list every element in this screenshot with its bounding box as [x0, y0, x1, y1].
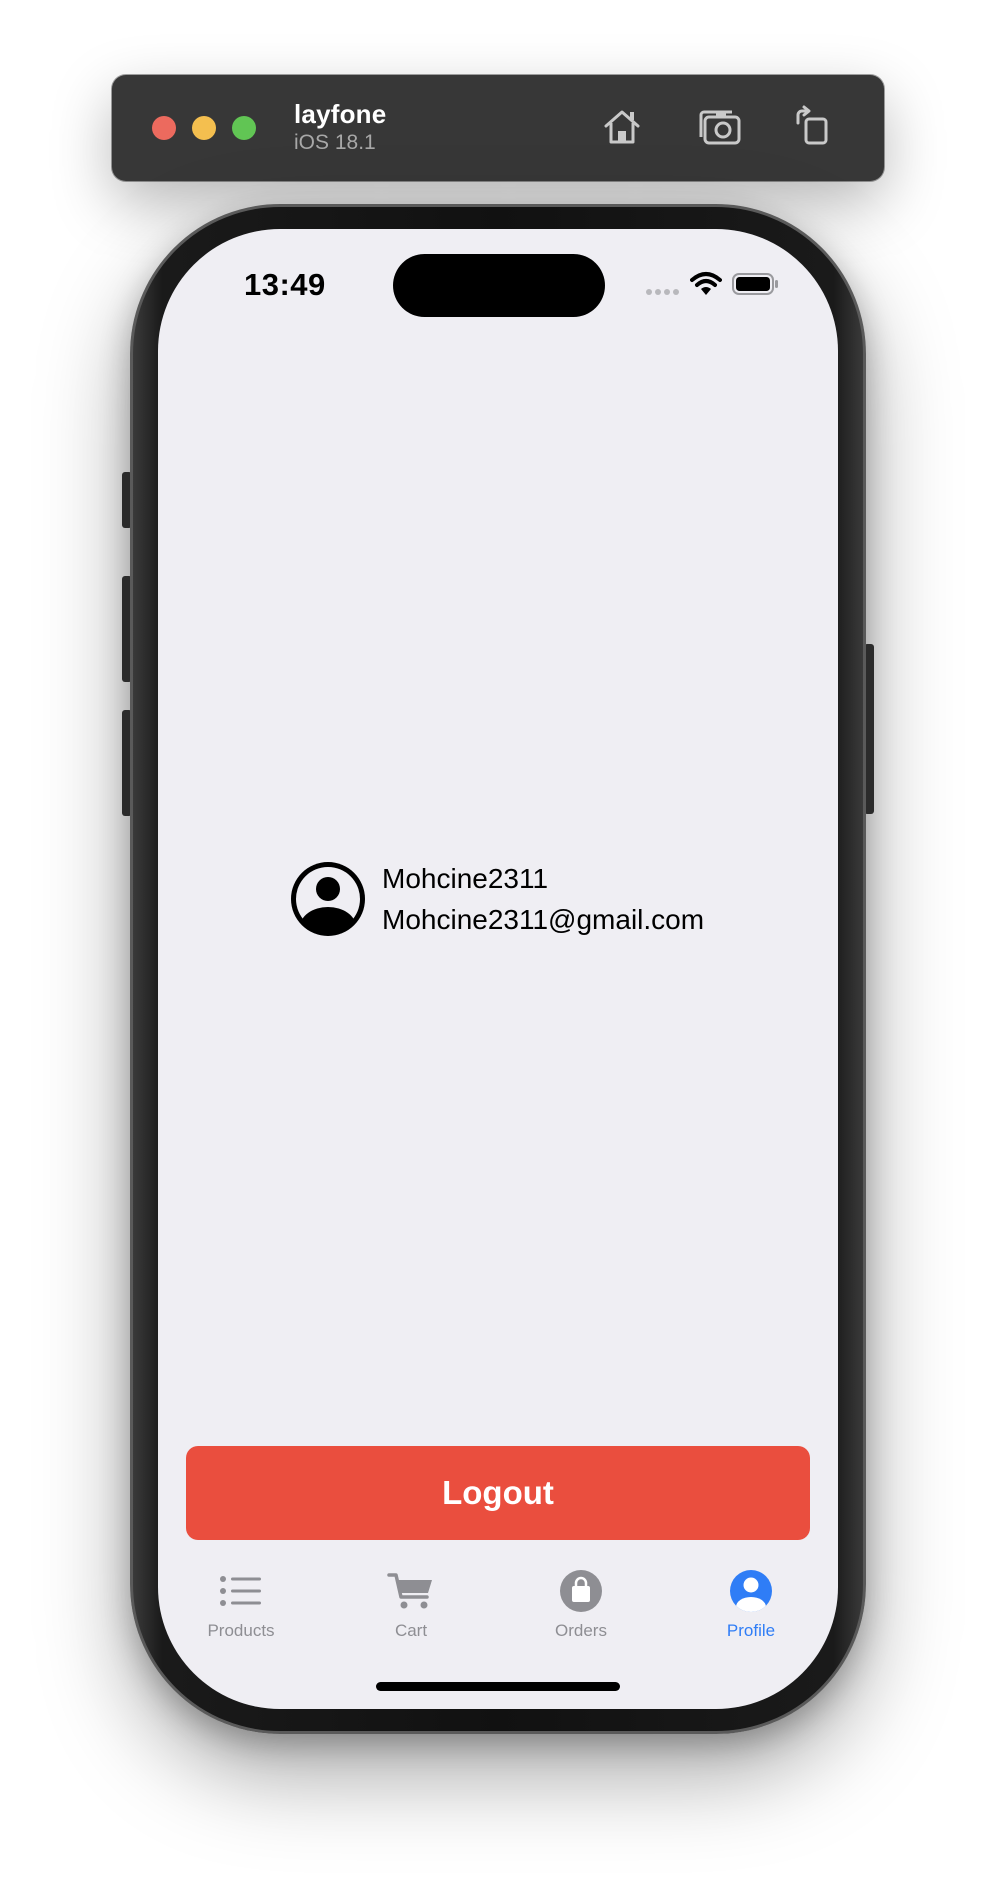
dynamic-island	[393, 254, 605, 317]
cellular-signal-icon	[646, 289, 682, 297]
home-indicator[interactable]	[376, 1682, 620, 1691]
simulator-toolbar: layfone iOS 18.1	[112, 75, 884, 181]
screenshot-icon[interactable]	[696, 103, 744, 151]
profile-username: Mohcine2311	[382, 863, 549, 894]
person-icon	[727, 1569, 775, 1613]
status-time: 13:49	[244, 267, 326, 302]
bag-icon	[557, 1569, 605, 1613]
phone-screen: 13:49 Mohcine2311 Mohcine2311@gmail.com …	[158, 229, 838, 1709]
zoom-window-button[interactable]	[232, 116, 256, 140]
tab-orders[interactable]: Orders	[511, 1569, 651, 1659]
cart-icon	[387, 1569, 435, 1613]
profile-email: Mohcine2311@gmail.com	[382, 904, 705, 935]
tab-products[interactable]: Products	[171, 1569, 311, 1659]
tab-label: Orders	[555, 1621, 607, 1640]
close-window-button[interactable]	[152, 116, 176, 140]
wifi-icon	[690, 271, 722, 297]
home-icon[interactable]	[598, 103, 646, 151]
simulator-stage: layfone iOS 18.1 13:49 Mohcine2311 Mohci…	[0, 0, 996, 1886]
tab-cart[interactable]: Cart	[341, 1569, 481, 1659]
person-circle-icon	[288, 859, 368, 939]
list-icon	[217, 1569, 265, 1613]
tab-label: Products	[207, 1621, 275, 1640]
battery-icon	[732, 273, 780, 295]
os-version: iOS 18.1	[294, 131, 376, 154]
tab-bar: Products Cart Orders Profile	[158, 1569, 838, 1659]
device-name: layfone	[294, 99, 387, 129]
profile-info: Mohcine2311 Mohcine2311@gmail.com	[382, 858, 704, 940]
tab-label: Profile	[726, 1621, 776, 1640]
tab-label: Cart	[394, 1621, 428, 1640]
minimize-window-button[interactable]	[192, 116, 216, 140]
logout-button[interactable]: Logout	[186, 1446, 810, 1540]
rotate-icon[interactable]	[788, 103, 836, 151]
tab-profile[interactable]: Profile	[681, 1569, 821, 1659]
profile-header: Mohcine2311 Mohcine2311@gmail.com	[288, 857, 704, 941]
